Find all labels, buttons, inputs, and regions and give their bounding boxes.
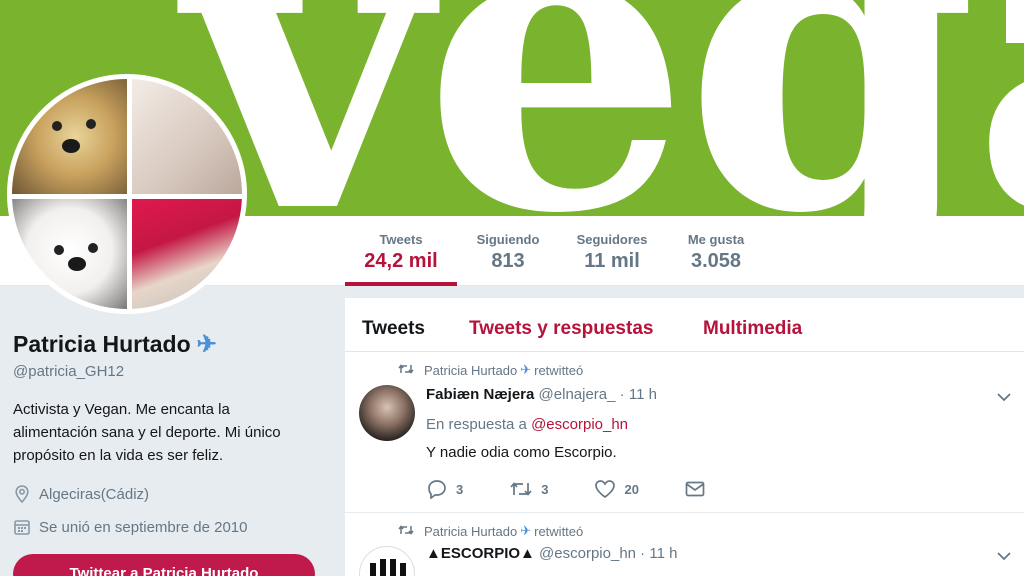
tab-media[interactable]: Multimedia [703,318,802,340]
tab-tweets-and-replies[interactable]: Tweets y respuestas [469,318,653,340]
stat-likes[interactable]: Me gusta 3.058 [676,232,756,273]
stat-value: 813 [491,250,525,272]
profile-handle: @patricia_GH12 [13,363,125,380]
tweet-author-handle[interactable]: @escorpio_hn [539,545,636,562]
dog-nose [68,257,86,271]
retweet-suffix: retwitteó [534,523,584,539]
stat-followers[interactable]: Seguidores 11 mil [566,232,658,273]
airplane-icon: ✈ [196,331,217,358]
tweet-author-handle[interactable]: @elnajera_ [539,386,616,403]
heart-icon [595,480,616,499]
retweet-icon [398,524,414,539]
tweet-author-name[interactable]: Fabiæn Næjera [426,386,534,403]
avatar-photo-cat [132,79,242,194]
avatar-photo-white-dog [12,199,127,309]
dog-eye [54,245,64,255]
retweet-button[interactable]: 3 [509,480,548,498]
active-stat-indicator [345,282,457,286]
location-pin-icon [13,485,31,503]
reply-context: En respuesta a @escorpio_hn [426,416,628,433]
chevron-down-icon[interactable] [996,389,1012,405]
stat-label: Seguidores [576,232,648,247]
dog-eye [86,119,96,129]
reply-count: 3 [456,481,464,497]
timeline-tabs: Tweets Tweets y respuestas Multimedia [345,298,1024,352]
avatar-photo-dog [12,79,127,194]
dot-separator: · [640,545,650,562]
tweet-header: ▲ESCORPIO▲ @escorpio_hn · 11 h [426,545,677,562]
reply-prefix: En respuesta a [426,416,527,433]
reply-icon [428,480,446,499]
retweeter-name[interactable]: Patricia Hurtado [424,524,517,539]
retweet-icon [398,363,414,378]
profile-name-text: Patricia Hurtado [13,331,191,357]
retweet-icon [510,482,532,496]
stat-value: 3.058 [690,250,742,272]
profile-bio: Activista y Vegan. Me encanta la aliment… [13,401,281,464]
reply-mention[interactable]: @escorpio_hn [531,416,628,433]
tab-tweets[interactable]: Tweets [362,318,425,340]
tweet-author-avatar[interactable] [359,385,415,441]
tweet-actions: 3 3 20 [426,479,759,499]
stat-tweets[interactable]: Tweets 24,2 mil [345,232,457,273]
envelope-icon [685,481,705,497]
tweet-author-name[interactable]: ▲ESCORPIO▲ [426,545,535,562]
stat-label: Tweets [379,232,423,247]
dog-nose [62,139,80,153]
joined-text: Se unió en septiembre de 2010 [39,518,248,536]
like-button[interactable]: 20 [594,479,639,499]
direct-message-button[interactable] [685,481,713,497]
like-count: 20 [624,481,639,497]
retweet-suffix: retwitteó [534,362,584,378]
stat-label: Me gusta [687,232,745,247]
tweet-author-avatar[interactable] [359,546,415,576]
tweet[interactable]: Patricia Hurtado ✈ retwitteó Fabiæn Næje… [345,353,1024,513]
tweet-header: Fabiæn Næjera @elnajera_ · 11 h [426,386,657,403]
profile-name: Patricia Hurtado ✈ [13,330,217,359]
tweet-to-user-button[interactable]: Twittear a Patricia Hurtado [13,554,315,576]
reply-button[interactable]: 3 [426,479,463,499]
tweet-text: Y nadie odia como Escorpio. [426,444,617,461]
avatar-photo-selfie [132,199,242,309]
chevron-down-icon[interactable] [996,548,1012,564]
dot-separator: · [619,386,629,403]
location-text: Algeciras(Cádiz) [39,485,150,503]
profile-avatar[interactable] [7,74,247,314]
dog-eye [88,243,98,253]
tweet[interactable]: Patricia Hurtado ✈ retwitteó ▲ESCORPIO▲ … [345,514,1024,576]
stat-following[interactable]: Siguiendo 813 [465,232,551,273]
banner-text: vega [185,0,1024,216]
profile-location: Algeciras(Cádiz) [13,485,149,503]
retweet-count: 3 [541,481,549,497]
airplane-icon: ✈ [520,362,532,377]
tweet-time[interactable]: 11 h [649,545,677,562]
stat-value: 24,2 mil [364,250,438,272]
airplane-icon: ✈ [520,523,532,538]
retweeter-name[interactable]: Patricia Hurtado [424,363,517,378]
profile-joined: Se unió en septiembre de 2010 [13,518,247,536]
stat-label: Siguiendo [476,232,540,247]
timeline: Tweets Tweets y respuestas Multimedia Pa… [345,298,1024,576]
retweet-context: Patricia Hurtado ✈ retwitteó [398,523,583,539]
stat-value: 11 mil [584,250,640,272]
retweet-context: Patricia Hurtado ✈ retwitteó [398,362,583,378]
dog-eye [52,121,62,131]
tweet-time[interactable]: 11 h [629,386,657,403]
calendar-icon [13,518,31,536]
